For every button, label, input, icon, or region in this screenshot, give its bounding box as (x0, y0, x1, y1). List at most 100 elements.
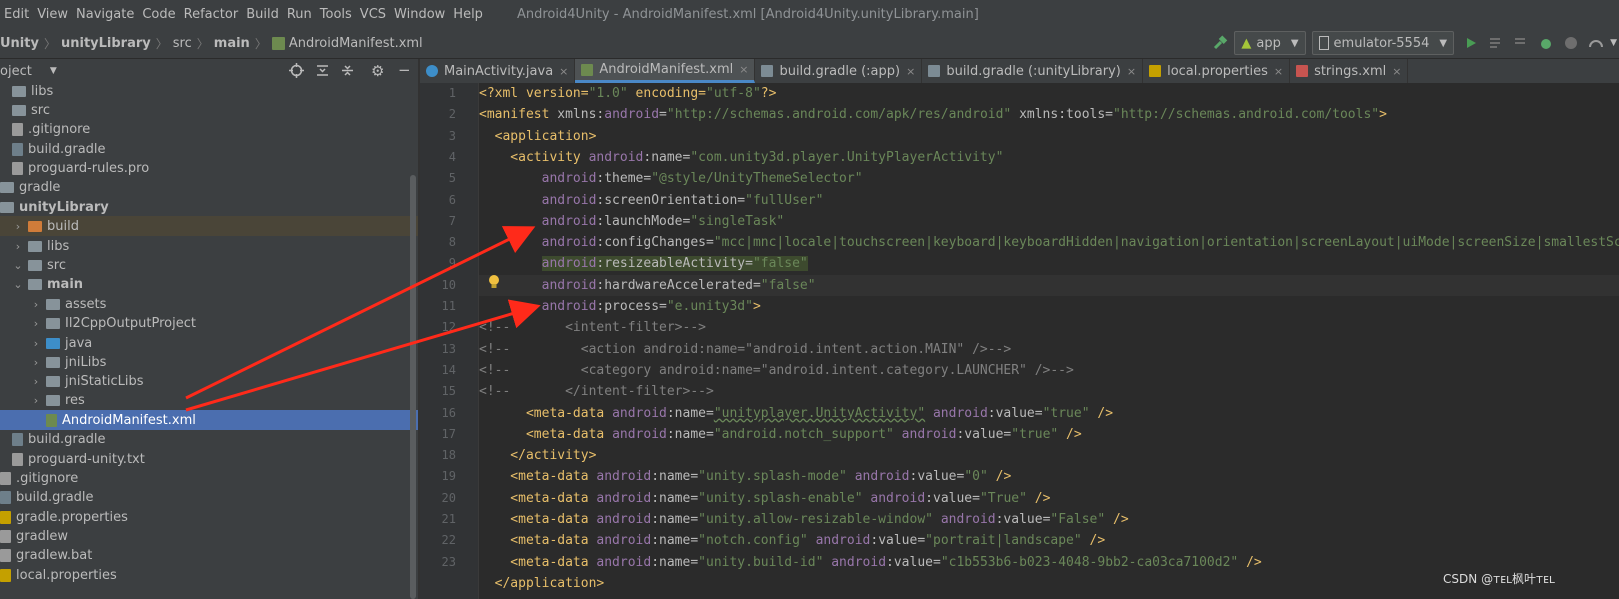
menu-tools[interactable]: Tools (316, 7, 356, 22)
chevron-right-icon[interactable]: › (12, 220, 24, 233)
tree-item[interactable]: .gitignore (0, 119, 418, 139)
hide-panel-icon[interactable]: − (398, 61, 411, 79)
tree-item[interactable]: gradle.properties (0, 507, 418, 527)
tree-item[interactable]: › assets (0, 294, 418, 314)
tree-item[interactable]: build.gradle (0, 487, 418, 507)
tree-item[interactable]: gradlew (0, 526, 418, 546)
tree-item[interactable]: › java (0, 333, 418, 353)
profile-icon[interactable] (1560, 32, 1582, 54)
chevron-right-icon[interactable]: › (12, 240, 24, 253)
menu-edit[interactable]: Edit (0, 7, 33, 22)
code-line[interactable]: android:theme="@style/UnityThemeSelector… (479, 168, 1619, 189)
code-line[interactable]: <meta-data android:name="unity.splash-en… (479, 488, 1619, 509)
tree-item[interactable]: build.gradle (0, 429, 418, 449)
code-line[interactable]: <meta-data android:name="android.notch_s… (479, 424, 1619, 445)
close-tab-icon[interactable]: × (1127, 65, 1136, 78)
close-tab-icon[interactable]: × (739, 63, 748, 76)
expand-all-icon[interactable] (315, 63, 330, 82)
menu-window[interactable]: Window (390, 7, 449, 22)
tree-item[interactable]: › jniStaticLibs (0, 371, 418, 391)
tree-item[interactable]: gradlew.bat (0, 545, 418, 565)
menu-navigate[interactable]: Navigate (72, 7, 138, 22)
debug-icon[interactable] (1535, 32, 1557, 54)
breadcrumb-module[interactable]: unityLibrary (61, 36, 151, 51)
code-line[interactable]: <meta-data android:name="unityplayer.Uni… (479, 403, 1619, 424)
code-line[interactable]: android:screenOrientation="fullUser" (479, 190, 1619, 211)
code-line[interactable]: <?xml version="1.0" encoding="utf-8"?> (479, 83, 1619, 104)
apply-code-changes-icon[interactable] (1510, 32, 1532, 54)
chevron-right-icon[interactable]: › (30, 298, 42, 311)
code-line[interactable]: <meta-data android:name="unity.splash-mo… (479, 466, 1619, 487)
close-tab-icon[interactable]: × (906, 65, 915, 78)
code-line[interactable]: <!-- </intent-filter>--> (479, 381, 1619, 402)
tree-item[interactable]: .gitignore (0, 468, 418, 488)
code-line[interactable]: </activity> (479, 445, 1619, 466)
dropdown-arrow-icon[interactable]: ▼ (50, 66, 57, 76)
close-tab-icon[interactable]: × (1392, 65, 1401, 78)
tree-item[interactable]: › Il2CppOutputProject (0, 313, 418, 333)
attach-debugger-icon[interactable] (1585, 32, 1607, 54)
tree-item[interactable]: › libs (0, 236, 418, 256)
code-line[interactable]: android:configChanges="mcc|mnc|locale|to… (479, 232, 1619, 253)
tab-strings-xml[interactable]: strings.xml × (1290, 59, 1409, 83)
tab-androidmanifest-xml[interactable]: AndroidManifest.xml × (575, 59, 756, 83)
code-editor[interactable]: <?xml version="1.0" encoding="utf-8"?> <m… (479, 83, 1619, 599)
close-tab-icon[interactable]: × (1274, 65, 1283, 78)
code-line[interactable]: <!-- <intent-filter>--> (479, 317, 1619, 338)
code-line[interactable]: <application> (479, 126, 1619, 147)
menu-view[interactable]: View (33, 7, 72, 22)
tree-item[interactable]: AndroidManifest.xml (0, 410, 418, 430)
tab-local-properties[interactable]: local.properties × (1143, 59, 1291, 83)
collapse-all-icon[interactable] (340, 63, 355, 82)
code-line[interactable]: <!-- <action android:name="android.inten… (479, 339, 1619, 360)
tab-mainactivity-java[interactable]: MainActivity.java × (420, 59, 576, 83)
tree-item[interactable]: build.gradle (0, 139, 418, 159)
code-line[interactable]: <!-- <category android:name="android.int… (479, 360, 1619, 381)
chevron-right-icon[interactable]: › (30, 317, 42, 330)
more-dropdown-icon[interactable]: ▼ (1610, 38, 1617, 48)
tree-item[interactable]: proguard-unity.txt (0, 449, 418, 469)
breadcrumb-src[interactable]: src (173, 36, 192, 51)
lightbulb-icon[interactable] (488, 274, 500, 294)
hammer-icon[interactable] (1209, 32, 1231, 54)
run-icon[interactable] (1460, 32, 1482, 54)
menu-vcs[interactable]: VCS (356, 7, 390, 22)
tree-item[interactable]: › jniLibs (0, 352, 418, 372)
menu-run[interactable]: Run (283, 7, 316, 22)
breadcrumb-project[interactable]: Unity (0, 36, 39, 51)
tree-item[interactable]: › build (0, 216, 418, 236)
code-line[interactable]: <manifest xmlns:android="http://schemas.… (479, 104, 1619, 125)
apply-changes-icon[interactable] (1485, 32, 1507, 54)
tree-scrollbar[interactable] (410, 175, 416, 599)
tree-item[interactable]: ⌄ src (0, 255, 418, 275)
code-line[interactable]: android:launchMode="singleTask" (479, 211, 1619, 232)
code-line[interactable]: android:resizeableActivity="false" (479, 253, 1619, 274)
menu-code[interactable]: Code (138, 7, 179, 22)
code-line[interactable]: android:process="e.unity3d"> (479, 296, 1619, 317)
menu-help[interactable]: Help (449, 7, 487, 22)
code-line[interactable]: <meta-data android:name="unity.allow-res… (479, 509, 1619, 530)
chevron-right-icon[interactable]: › (30, 375, 42, 388)
device-select[interactable]: emulator-5554 ▼ (1311, 31, 1455, 55)
tree-item[interactable]: gradle (0, 177, 418, 197)
code-line[interactable]: <activity android:name="com.unity3d.play… (479, 147, 1619, 168)
run-config-select[interactable]: ▲ app ▼ (1234, 31, 1306, 55)
tab-build-gradle-unitylibrary-[interactable]: build.gradle (:unityLibrary) × (922, 59, 1144, 83)
menu-build[interactable]: Build (242, 7, 283, 22)
close-tab-icon[interactable]: × (559, 65, 568, 78)
tree-item[interactable]: › res (0, 390, 418, 410)
breadcrumb-file[interactable]: AndroidManifest.xml (289, 36, 423, 51)
tree-item[interactable]: libs (0, 83, 418, 101)
chevron-right-icon[interactable]: › (30, 356, 42, 369)
settings-gear-icon[interactable]: ⚙ (371, 62, 384, 80)
tree-item[interactable]: unityLibrary (0, 197, 418, 217)
chevron-right-icon[interactable]: › (30, 337, 42, 350)
chevron-right-icon[interactable]: › (30, 394, 42, 407)
tree-item[interactable]: proguard-rules.pro (0, 158, 418, 178)
tab-build-gradle-app-[interactable]: build.gradle (:app) × (755, 59, 923, 83)
project-view-label[interactable]: oject (0, 64, 32, 79)
code-line[interactable]: android:hardwareAccelerated="false" (479, 274, 1619, 296)
chevron-down-icon[interactable]: ⌄ (12, 278, 24, 291)
locate-file-icon[interactable] (289, 63, 304, 82)
code-line[interactable]: <meta-data android:name="notch.config" a… (479, 530, 1619, 551)
